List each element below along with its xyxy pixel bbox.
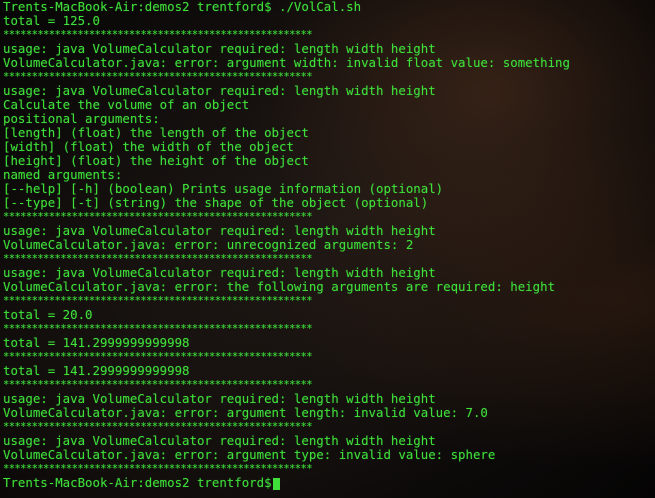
output-line: [width] (float) the width of the object [3,139,294,154]
output-line: [--type] [-t] (string) the shape of the … [3,195,429,210]
separator-line: ****************************************… [3,379,313,391]
output-line: Calculate the volume of an object [3,97,250,112]
separator-line: ****************************************… [3,71,313,83]
output-line: VolumeCalculator.java: error: argument l… [3,405,488,420]
output-line: total = 141.2999999999998 [3,363,190,378]
output-line: total = 125.0 [3,13,100,28]
separator-line: ****************************************… [3,253,313,265]
output-line: total = 20.0 [3,307,93,322]
output-line: usage: java VolumeCalculator required: l… [3,265,436,280]
separator-line: ****************************************… [3,323,313,335]
terminal-prompt: Trents-MacBook-Air:demos2 trentford$ [3,475,272,490]
terminal-output: Trents-MacBook-Air:demos2 trentford$ ./V… [3,0,653,476]
terminal-window[interactable]: Trents-MacBook-Air:demos2 trentford$ ./V… [3,0,653,498]
separator-line: ****************************************… [3,351,313,363]
output-line: usage: java VolumeCalculator required: l… [3,433,436,448]
separator-line: ****************************************… [3,421,313,433]
output-line: VolumeCalculator.java: error: the follow… [3,279,556,294]
output-line: positional arguments: [3,111,160,126]
output-line: Trents-MacBook-Air:demos2 trentford$ ./V… [3,0,362,14]
output-line: usage: java VolumeCalculator required: l… [3,83,436,98]
output-line: VolumeCalculator.java: error: argument w… [3,55,570,70]
separator-line: ****************************************… [3,211,313,223]
terminal-prompt-row[interactable]: Trents-MacBook-Air:demos2 trentford$ [3,476,653,490]
output-line: VolumeCalculator.java: error: unrecogniz… [3,237,414,252]
output-line: [--help] [-h] (boolean) Prints usage inf… [3,181,444,196]
output-line: usage: java VolumeCalculator required: l… [3,41,436,56]
output-line: [height] (float) the height of the objec… [3,153,309,168]
text-cursor [272,477,280,490]
output-line: VolumeCalculator.java: error: argument t… [3,447,496,462]
separator-line: ****************************************… [3,463,313,475]
output-line: total = 141.2999999999998 [3,335,190,350]
output-line: named arguments: [3,167,123,182]
output-line: [length] (float) the length of the objec… [3,125,309,140]
output-line: usage: java VolumeCalculator required: l… [3,223,436,238]
separator-line: ****************************************… [3,295,313,307]
separator-line: ****************************************… [3,29,313,41]
output-line: usage: java VolumeCalculator required: l… [3,391,436,406]
